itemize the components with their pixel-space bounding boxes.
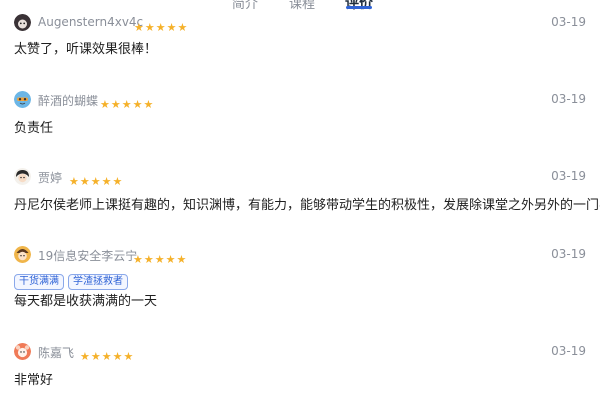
star-icon: ★ (100, 98, 110, 111)
star-icon: ★ (176, 253, 187, 266)
review-username[interactable]: 醉酒的蝴蝶 (38, 92, 98, 109)
star-icon: ★ (121, 98, 132, 111)
blue-mascot-avatar-icon[interactable] (14, 91, 31, 108)
review-header: 陈嘉飞 ★★★★★ 03-19 (14, 343, 586, 363)
review-header: 19信息安全李云宁 ★★★★★ 03-19 (14, 246, 586, 266)
review-username[interactable]: 19信息安全李云宁 (38, 247, 137, 264)
star-icon: ★ (134, 21, 144, 34)
star-icon: ★ (101, 175, 112, 188)
star-icon: ★ (166, 21, 177, 34)
bear-avatar-icon[interactable] (14, 343, 31, 360)
star-icon: ★ (155, 21, 166, 34)
review-header: 贾婷 ★★★★★ 03-19 (14, 168, 586, 188)
orange-face-avatar-icon[interactable] (14, 246, 31, 263)
star-rating: ★★★★★ (134, 16, 188, 34)
star-icon: ★ (143, 253, 154, 266)
star-icon: ★ (112, 350, 123, 363)
course-reviews-page: 简介 课程 评价 Augenstern4xv4c ★★★★★ 03-19 太赞了… (0, 0, 600, 400)
review-tag: 干货满满 (14, 274, 64, 290)
review-date: 03-19 (551, 92, 586, 106)
star-icon: ★ (177, 21, 188, 34)
star-icon: ★ (69, 175, 79, 188)
star-icon: ★ (80, 350, 90, 363)
cartoon-girl-avatar-icon[interactable] (14, 168, 31, 185)
review-username[interactable]: 贾婷 (38, 169, 62, 186)
tab-course[interactable]: 课程 (289, 0, 315, 12)
star-icon: ★ (112, 175, 123, 188)
review-username[interactable]: 陈嘉飞 (38, 344, 74, 361)
dark-cat-avatar-icon[interactable] (14, 14, 31, 31)
tab-bar: 简介 课程 评价 (0, 0, 600, 13)
review-date: 03-19 (551, 169, 586, 183)
review-text: 负责任 (14, 121, 54, 136)
review-header: Augenstern4xv4c ★★★★★ 03-19 (14, 14, 586, 34)
review-text: 太赞了，听课效果很棒！ (14, 42, 158, 57)
star-icon: ★ (144, 21, 155, 34)
review-date: 03-19 (551, 247, 586, 261)
review-text: 丹尼尔侯老师上课挺有趣的，知识渊博，有能力，能够带动学生的积极性，发展除课堂之外… (14, 198, 600, 213)
review-text: 非常好 (14, 373, 54, 388)
star-icon: ★ (154, 253, 165, 266)
star-icon: ★ (110, 98, 121, 111)
review-date: 03-19 (551, 344, 586, 358)
review-tag-list: 干货满满 学渣拯救者 (14, 269, 132, 290)
star-icon: ★ (79, 175, 90, 188)
star-icon: ★ (90, 350, 101, 363)
review-username[interactable]: Augenstern4xv4c (38, 15, 143, 29)
star-icon: ★ (123, 350, 134, 363)
review-text: 每天都是收获满满的一天 (14, 294, 158, 309)
review-tag: 学渣拯救者 (68, 274, 128, 290)
star-rating: ★★★★★ (133, 248, 187, 266)
review-date: 03-19 (551, 15, 586, 29)
active-tab-indicator (346, 6, 372, 9)
tab-intro[interactable]: 简介 (232, 0, 258, 12)
star-icon: ★ (165, 253, 176, 266)
star-icon: ★ (101, 350, 112, 363)
review-header: 醉酒的蝴蝶 ★★★★★ 03-19 (14, 91, 586, 111)
star-icon: ★ (132, 98, 143, 111)
star-icon: ★ (133, 253, 143, 266)
star-rating: ★★★★★ (100, 93, 154, 111)
star-rating: ★★★★★ (80, 345, 134, 363)
star-rating: ★★★★★ (69, 170, 123, 188)
star-icon: ★ (143, 98, 154, 111)
star-icon: ★ (90, 175, 101, 188)
